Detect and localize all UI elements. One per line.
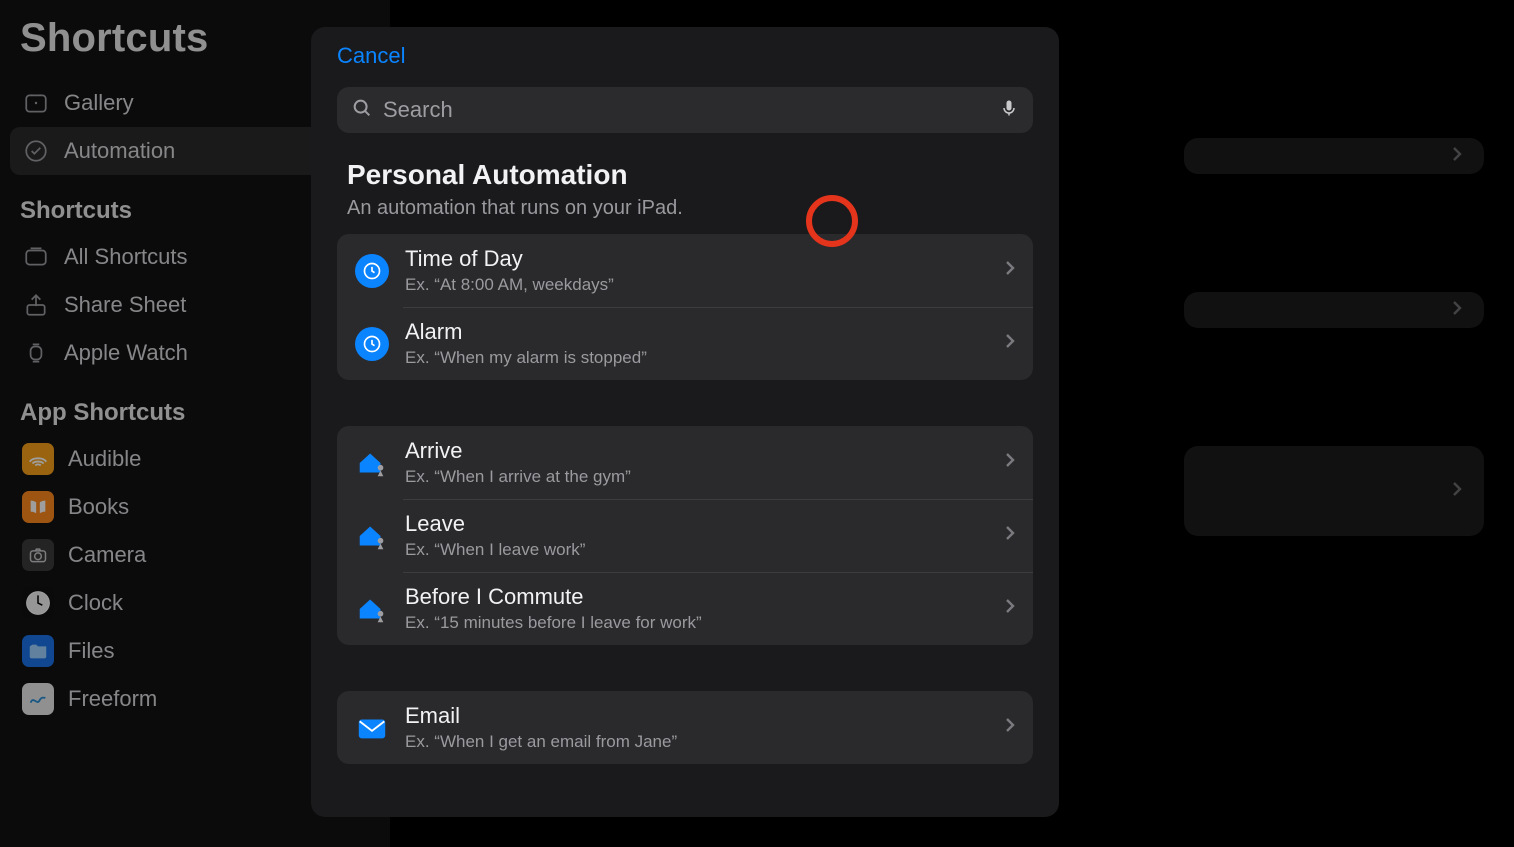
mic-icon[interactable] <box>999 97 1019 124</box>
chevron-right-icon <box>1005 598 1015 619</box>
trigger-row-time-of-day[interactable]: Time of Day Ex. “At 8:00 AM, weekdays” <box>337 234 1033 307</box>
modal-overlay: Cancel Personal Automation An automation… <box>0 0 1514 847</box>
leave-icon <box>355 519 389 553</box>
row-title: Leave <box>405 511 989 537</box>
modal-body[interactable]: Personal Automation An automation that r… <box>311 77 1059 817</box>
row-texts: Arrive Ex. “When I arrive at the gym” <box>405 438 989 487</box>
trigger-row-leave[interactable]: Leave Ex. “When I leave work” <box>337 499 1033 572</box>
row-texts: Leave Ex. “When I leave work” <box>405 511 989 560</box>
chevron-right-icon <box>1005 452 1015 473</box>
clock-icon <box>355 254 389 288</box>
commute-icon <box>355 592 389 626</box>
row-title: Before I Commute <box>405 584 989 610</box>
row-title: Email <box>405 703 989 729</box>
trigger-row-email[interactable]: Email Ex. “When I get an email from Jane… <box>337 691 1033 764</box>
search-input[interactable] <box>383 97 989 123</box>
cancel-button[interactable]: Cancel <box>337 43 405 69</box>
row-title: Time of Day <box>405 246 989 272</box>
section-subtitle: An automation that runs on your iPad. <box>347 197 1033 220</box>
envelope-icon <box>355 711 389 745</box>
trigger-group-location: Arrive Ex. “When I arrive at the gym” Le… <box>337 426 1033 645</box>
row-subtitle: Ex. “At 8:00 AM, weekdays” <box>405 275 989 295</box>
row-title: Alarm <box>405 319 989 345</box>
row-title: Arrive <box>405 438 989 464</box>
chevron-right-icon <box>1005 260 1015 281</box>
arrive-icon <box>355 446 389 480</box>
row-texts: Time of Day Ex. “At 8:00 AM, weekdays” <box>405 246 989 295</box>
app-root: Shortcuts Gallery Automation Shortcuts A… <box>0 0 1514 847</box>
chevron-right-icon <box>1005 717 1015 738</box>
search-field[interactable] <box>337 87 1033 133</box>
trigger-row-arrive[interactable]: Arrive Ex. “When I arrive at the gym” <box>337 426 1033 499</box>
row-texts: Alarm Ex. “When my alarm is stopped” <box>405 319 989 368</box>
section-title: Personal Automation <box>347 159 1033 191</box>
trigger-group-communication: Email Ex. “When I get an email from Jane… <box>337 691 1033 764</box>
chevron-right-icon <box>1005 333 1015 354</box>
trigger-group-time: Time of Day Ex. “At 8:00 AM, weekdays” A… <box>337 234 1033 380</box>
automation-trigger-modal: Cancel Personal Automation An automation… <box>311 27 1059 817</box>
row-subtitle: Ex. “When I arrive at the gym” <box>405 467 989 487</box>
chevron-right-icon <box>1005 525 1015 546</box>
row-subtitle: Ex. “When I get an email from Jane” <box>405 732 989 752</box>
modal-header: Cancel <box>311 27 1059 77</box>
row-texts: Before I Commute Ex. “15 minutes before … <box>405 584 989 633</box>
row-subtitle: Ex. “When my alarm is stopped” <box>405 348 989 368</box>
clock-icon <box>355 327 389 361</box>
row-subtitle: Ex. “When I leave work” <box>405 540 989 560</box>
row-subtitle: Ex. “15 minutes before I leave for work” <box>405 613 989 633</box>
trigger-row-before-commute[interactable]: Before I Commute Ex. “15 minutes before … <box>337 572 1033 645</box>
search-icon <box>351 97 373 124</box>
row-texts: Email Ex. “When I get an email from Jane… <box>405 703 989 752</box>
trigger-row-alarm[interactable]: Alarm Ex. “When my alarm is stopped” <box>337 307 1033 380</box>
